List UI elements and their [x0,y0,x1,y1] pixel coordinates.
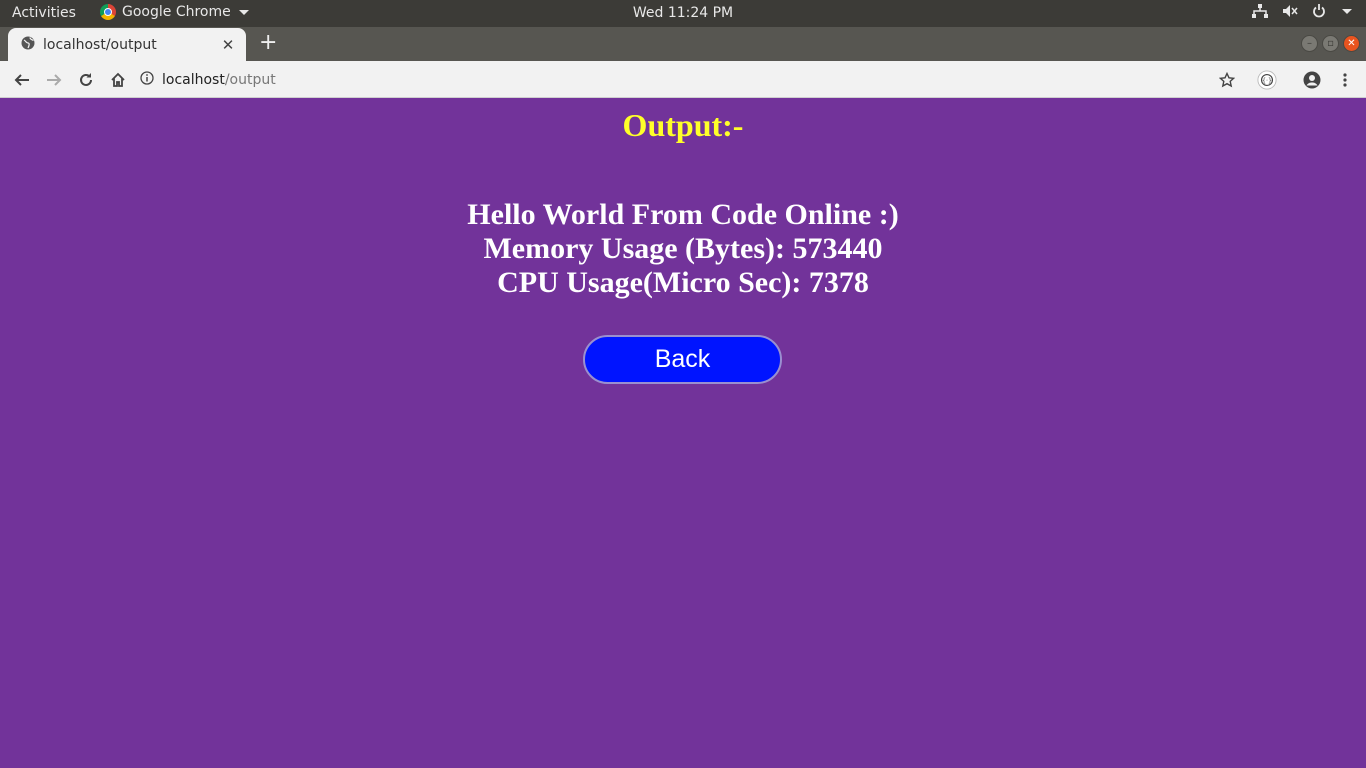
chrome-icon [100,4,116,20]
close-window-icon[interactable]: ✕ [1343,35,1360,52]
system-top-bar: Activities Google Chrome Wed 11:24 PM [0,0,1366,27]
system-tray[interactable] [1252,4,1352,18]
svg-text:{·}: {·} [1262,78,1272,85]
extension-icon[interactable]: {·} [1257,70,1277,90]
browser-toolbar: localhost/output {·} [0,61,1366,98]
output-message: Hello World From Code Online :) [467,198,899,231]
info-icon[interactable] [140,70,154,89]
app-menu[interactable]: Google Chrome [100,4,249,20]
url-text[interactable]: localhost/output [162,72,276,88]
tab-localhost-output[interactable]: localhost/output ✕ [8,28,246,61]
cpu-usage: CPU Usage(Micro Sec): 7378 [497,266,869,299]
output-block: Hello World From Code Online :) Memory U… [0,198,1366,300]
volume-muted-icon[interactable] [1282,4,1298,18]
memory-usage: Memory Usage (Bytes): 573440 [483,232,883,265]
page-content: Output:- Hello World From Code Online :)… [0,99,1366,768]
globe-icon [21,35,35,54]
clock[interactable]: Wed 11:24 PM [633,5,733,21]
new-tab-icon[interactable]: + [259,32,277,54]
tab-title: localhost/output [43,36,157,53]
bookmark-star-icon[interactable] [1217,70,1237,90]
back-arrow-icon[interactable] [12,70,32,90]
forward-arrow-icon[interactable] [44,70,64,90]
minimize-icon[interactable]: – [1301,35,1318,52]
close-tab-icon[interactable]: ✕ [220,36,236,54]
activities-button[interactable]: Activities [12,5,76,21]
maximize-icon[interactable]: ▫ [1322,35,1339,52]
back-button[interactable]: Back [583,335,782,384]
network-icon[interactable] [1252,4,1268,18]
system-menu-chevron-icon[interactable] [1342,8,1352,14]
home-icon[interactable] [108,70,128,90]
reload-icon[interactable] [76,70,96,90]
url-host: localhost [162,71,225,88]
account-icon[interactable] [1302,70,1322,90]
more-menu-icon[interactable] [1335,70,1355,90]
chevron-down-icon [238,9,249,15]
tab-strip: localhost/output ✕ + – ▫ ✕ [0,27,1366,61]
address-bar[interactable]: localhost/output [140,66,1240,93]
app-menu-label: Google Chrome [122,4,231,20]
url-path: /output [224,71,276,88]
page-heading: Output:- [622,107,744,143]
power-icon[interactable] [1312,4,1326,18]
window-controls: – ▫ ✕ [1301,35,1360,52]
